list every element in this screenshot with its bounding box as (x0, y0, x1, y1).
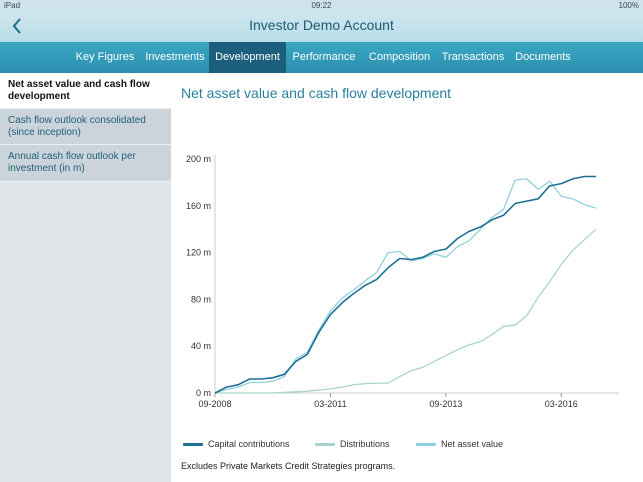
y-tick-label: 120 m (186, 248, 211, 258)
status-time: 09:22 (311, 1, 332, 10)
y-tick-label: 0 m (196, 388, 211, 398)
legend-item-net-asset-value: Net asset value (416, 439, 503, 449)
legend-item-capital-contributions: Capital contributions (183, 439, 290, 449)
main-panel: Net asset value and cash flow developmen… (171, 73, 643, 482)
series-line-distributions (215, 228, 597, 394)
chart-footnote: Excludes Private Markets Credit Strategi… (181, 461, 396, 471)
tab-performance[interactable]: Performance (286, 42, 362, 73)
nav-cash-flow-chart: 200 m 160 m 120 m 80 m 40 m 0 m09-2008 03-2011… (186, 154, 619, 409)
series-line-capital-contributions (214, 175, 596, 394)
legend-swatch-net-asset-value (416, 443, 436, 447)
x-tick-label: 09-2013 (429, 399, 462, 409)
legend-item-distributions: Distributions (315, 439, 390, 449)
tab-bar: Key Figures Investments Development Perf… (0, 42, 643, 73)
y-tick-label: 160 m (186, 201, 211, 211)
page-title: Investor Demo Account (249, 17, 394, 33)
sidebar-item-label: Cash flow outlook consolidated (since in… (8, 114, 146, 138)
sidebar-item-cash-flow-outlook[interactable]: Cash flow outlook consolidated (since in… (0, 109, 171, 145)
legend-label: Distributions (340, 439, 390, 449)
y-tick-label: 80 m (191, 294, 211, 304)
legend-swatch-distributions (315, 443, 335, 447)
tab-investments[interactable]: Investments (141, 42, 209, 73)
series-line-net-asset-value (214, 178, 597, 394)
legend-swatch-capital-contributions (183, 443, 203, 447)
legend-label: Net asset value (441, 439, 504, 449)
x-tick-label: 03-2016 (545, 399, 578, 409)
x-tick-label: 09-2008 (198, 399, 231, 409)
x-tick-label: 03-2011 (314, 399, 346, 409)
tab-key-figures[interactable]: Key Figures (69, 42, 141, 73)
title-bar: Investor Demo Account (0, 12, 643, 42)
y-tick-label: 40 m (191, 341, 211, 351)
y-tick-label: 200 m (186, 154, 211, 164)
sidebar: Net asset value and cash flow developmen… (0, 73, 171, 482)
legend-label: Capital contributions (208, 439, 290, 449)
sidebar-item-label: Annual cash flow outlook per investment … (8, 151, 136, 174)
tab-transactions[interactable]: Transactions (437, 42, 509, 73)
sidebar-item-label: Net asset value and cash flow developmen… (8, 78, 150, 102)
sidebar-item-nav-cash-flow[interactable]: Net asset value and cash flow developmen… (0, 73, 171, 109)
tab-documents[interactable]: Documents (509, 42, 577, 73)
tab-composition[interactable]: Composition (362, 42, 437, 73)
status-bar: iPad 09:22 100% (0, 0, 643, 12)
tab-development[interactable]: Development (209, 42, 286, 73)
sidebar-item-annual-outlook[interactable]: Annual cash flow outlook per investment … (0, 145, 171, 182)
battery-label: 100% (618, 1, 639, 10)
